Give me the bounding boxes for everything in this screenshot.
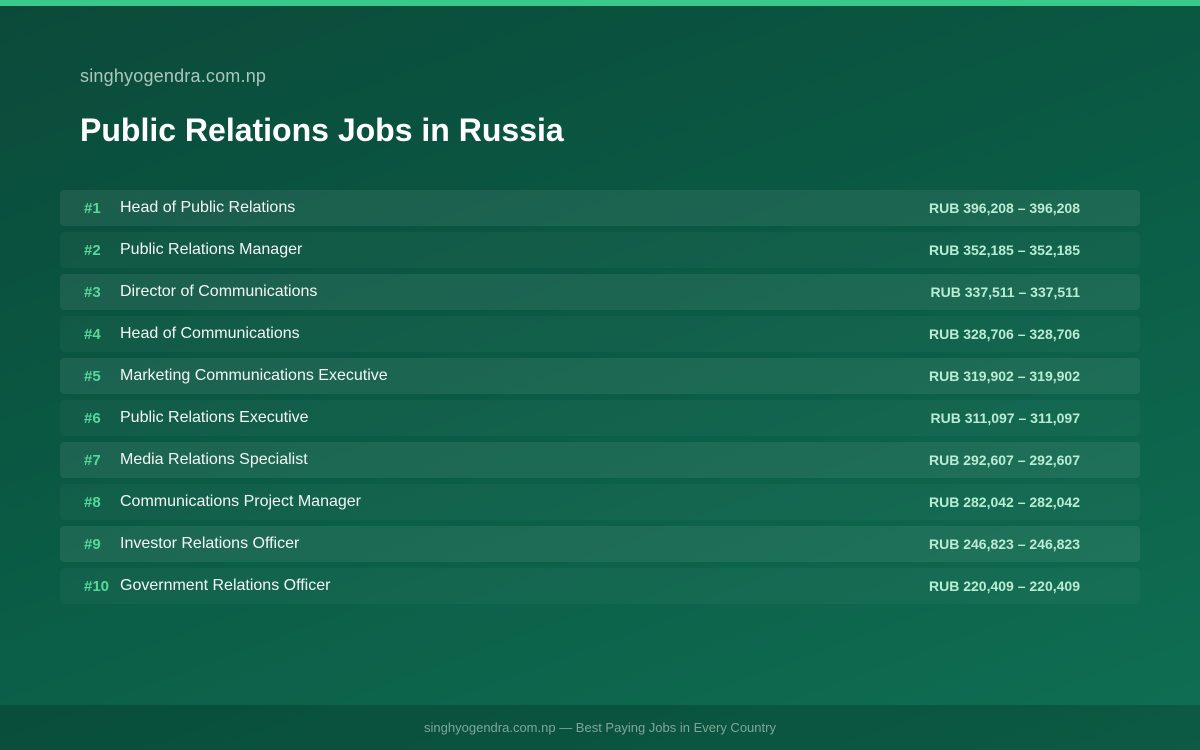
site-name: singhyogendra.com.np	[80, 66, 267, 86]
job-salary: RUB 311,097 – 311,097	[930, 410, 1080, 426]
job-rank: #7	[84, 451, 101, 469]
job-rank: #3	[84, 283, 101, 301]
job-row: #4 Head of Communications RUB 328,706 – …	[60, 316, 1140, 352]
job-rank: #2	[84, 241, 101, 259]
job-salary: RUB 396,208 – 396,208	[929, 200, 1080, 216]
job-salary: RUB 328,706 – 328,706	[929, 326, 1080, 342]
job-rank: #10	[84, 577, 110, 595]
page-title: Public Relations Jobs in Russia	[80, 112, 564, 148]
job-title: Head of Communications	[120, 325, 300, 342]
job-row: #9 Investor Relations Officer RUB 246,82…	[60, 526, 1140, 562]
job-rank: #8	[84, 493, 101, 511]
footer-text: singhyogendra.com.np — Best Paying Jobs …	[424, 720, 776, 735]
job-list: #1 Head of Public Relations RUB 396,208 …	[60, 190, 1140, 610]
job-salary: RUB 319,902 – 319,902	[929, 368, 1080, 384]
job-title: Public Relations Executive	[120, 409, 309, 426]
job-title: Director of Communications	[120, 283, 318, 300]
job-row: #3 Director of Communications RUB 337,51…	[60, 274, 1140, 310]
job-title: Public Relations Manager	[120, 241, 303, 258]
job-row: #6 Public Relations Executive RUB 311,09…	[60, 400, 1140, 436]
job-salary: RUB 337,511 – 337,511	[930, 284, 1080, 300]
job-row: #5 Marketing Communications Executive RU…	[60, 358, 1140, 394]
top-accent-bar	[0, 0, 1200, 6]
job-rank: #4	[84, 325, 101, 343]
job-row: #7 Media Relations Specialist RUB 292,60…	[60, 442, 1140, 478]
job-row: #10 Government Relations Officer RUB 220…	[60, 568, 1140, 604]
job-row: #1 Head of Public Relations RUB 396,208 …	[60, 190, 1140, 226]
job-row: #8 Communications Project Manager RUB 28…	[60, 484, 1140, 520]
job-salary: RUB 220,409 – 220,409	[929, 578, 1080, 594]
job-salary: RUB 292,607 – 292,607	[929, 452, 1080, 468]
job-salary: RUB 282,042 – 282,042	[929, 494, 1080, 510]
job-rank: #1	[84, 199, 101, 217]
job-rank: #6	[84, 409, 101, 427]
job-rank: #5	[84, 367, 101, 385]
job-row: #2 Public Relations Manager RUB 352,185 …	[60, 232, 1140, 268]
job-salary: RUB 246,823 – 246,823	[929, 536, 1080, 552]
job-rank: #9	[84, 535, 101, 553]
job-title: Communications Project Manager	[120, 493, 361, 510]
job-title: Media Relations Specialist	[120, 451, 308, 468]
job-title: Marketing Communications Executive	[120, 367, 388, 384]
job-title: Investor Relations Officer	[120, 535, 300, 552]
job-salary: RUB 352,185 – 352,185	[929, 242, 1080, 258]
job-title: Government Relations Officer	[120, 577, 331, 594]
footer: singhyogendra.com.np — Best Paying Jobs …	[0, 705, 1200, 750]
job-title: Head of Public Relations	[120, 199, 296, 216]
